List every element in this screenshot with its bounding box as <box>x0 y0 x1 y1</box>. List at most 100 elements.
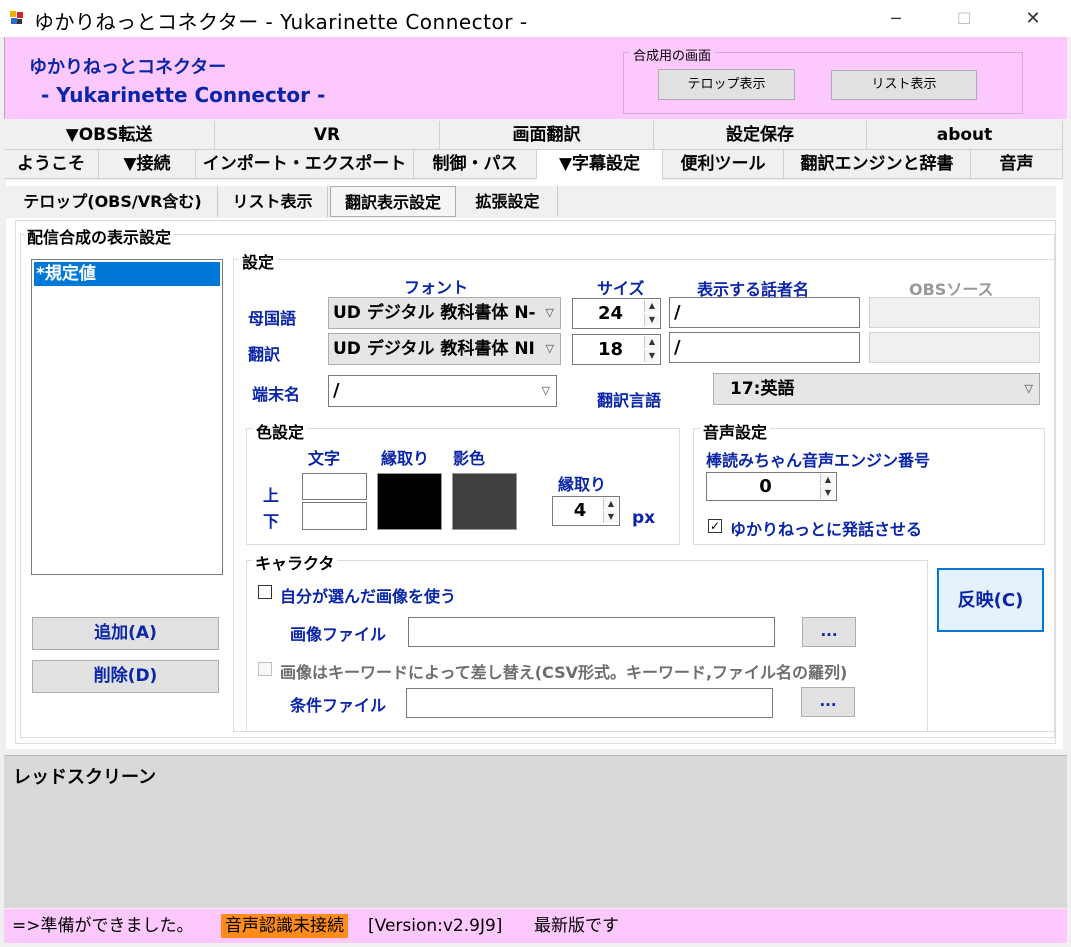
tab-welcome[interactable]: ようこそ <box>4 150 99 179</box>
profile-list[interactable]: *規定値 <box>31 259 223 575</box>
condition-file-field[interactable] <box>406 688 773 718</box>
font-column-header: フォント <box>404 278 469 297</box>
stepper-up-icon[interactable]: ▲ <box>603 498 618 510</box>
lower-label: 下 <box>263 512 280 531</box>
app-title-en: - Yukarinette Connector - <box>41 83 326 107</box>
keyword-replace-checkbox[interactable] <box>258 662 272 676</box>
terminal-name-value: / <box>333 380 340 401</box>
character-group-label: キャラクタ <box>252 550 338 574</box>
stepper-down-icon[interactable]: ▼ <box>820 487 835 499</box>
list-display-button[interactable]: リスト表示 <box>831 70 977 100</box>
native-font-select[interactable]: UD デジタル 教科書体 N- ▽ <box>328 297 561 329</box>
latest-version-text: 最新版です <box>534 916 619 936</box>
broadcast-group-label: 配信合成の表示設定 <box>24 224 175 248</box>
delete-button[interactable]: 削除(D) <box>32 660 219 693</box>
red-screen-panel: レッドスクリーン <box>4 755 1067 908</box>
chevron-down-icon: ▽ <box>541 384 550 397</box>
size-column-header: サイズ <box>597 279 645 298</box>
close-button[interactable]: ✕ <box>1010 0 1056 37</box>
stepper-down-icon[interactable]: ▼ <box>603 511 618 523</box>
chevron-down-icon: ▽ <box>1024 382 1033 395</box>
use-own-image-checkbox[interactable] <box>258 585 272 599</box>
tab-save-settings[interactable]: 設定保存 <box>654 121 867 150</box>
condition-file-label: 条件ファイル <box>290 696 387 715</box>
image-file-field[interactable] <box>408 617 775 647</box>
subtab-translation-display[interactable]: 翻訳表示設定 <box>330 186 456 217</box>
voice-recognition-status: 音声認識未接続 <box>221 914 348 938</box>
outline-color-swatch[interactable] <box>377 473 442 530</box>
translation-font-select[interactable]: UD デジタル 教科書体 NI ▽ <box>328 333 561 365</box>
browse-condition-button[interactable]: ... <box>801 687 855 717</box>
translation-size-value: 18 <box>597 339 624 360</box>
native-size-stepper[interactable]: 24 ▲ ▼ <box>572 298 661 329</box>
chevron-down-icon: ▽ <box>545 306 554 319</box>
subtab-extended[interactable]: 拡張設定 <box>458 186 558 217</box>
compose-screen-label: 合成用の画面 <box>629 45 716 64</box>
tab-obs-transfer[interactable]: ▼OBS転送 <box>4 121 215 150</box>
telop-display-button[interactable]: テロップ表示 <box>658 69 795 100</box>
translation-size-stepper[interactable]: 18 ▲ ▼ <box>572 334 661 365</box>
subtab-bar: テロップ(OBS/VR含む) リスト表示 翻訳表示設定 拡張設定 <box>6 186 1056 218</box>
tab-vr[interactable]: VR <box>215 121 440 150</box>
stepper-up-icon[interactable]: ▲ <box>644 336 659 348</box>
minimize-button[interactable]: ─ <box>873 0 919 37</box>
tab-subtitle-settings[interactable]: ▼字幕設定 <box>537 150 663 180</box>
translation-obs-source-field <box>869 332 1040 363</box>
app-header: ゆかりねっとコネクター - Yukarinette Connector - 合成… <box>4 37 1067 119</box>
app-title-jp: ゆかりねっとコネクター <box>29 57 227 78</box>
window-title: ゆかりねっとコネクター - Yukarinette Connector - <box>34 10 528 34</box>
profile-list-item[interactable]: *規定値 <box>34 262 220 286</box>
tab-about[interactable]: about <box>867 121 1063 150</box>
shadow-color-swatch[interactable] <box>452 473 517 530</box>
settings-group-label: 設定 <box>239 249 278 273</box>
add-button[interactable]: 追加(A) <box>32 617 219 650</box>
tab-row-2: ようこそ ▼接続 インポート・エクスポート 制御・パス ▼字幕設定 便利ツール … <box>4 150 1063 180</box>
outline-width-label: 縁取り <box>558 475 607 494</box>
tab-connection[interactable]: ▼接続 <box>99 150 196 179</box>
speak-checkbox-label: ゆかりねっとに発話させる <box>730 520 923 539</box>
stepper-down-icon[interactable]: ▼ <box>644 314 659 326</box>
subtab-list-display[interactable]: リスト表示 <box>218 186 328 217</box>
translation-language-label: 翻訳言語 <box>597 391 662 410</box>
outline-width-stepper[interactable]: 4 ▲ ▼ <box>552 496 620 526</box>
translation-font-value: UD デジタル 教科書体 NI <box>333 339 535 359</box>
color-settings-label: 色設定 <box>253 419 308 443</box>
native-font-value: UD デジタル 教科書体 N- <box>333 303 536 323</box>
outline-width-value: 4 <box>573 500 587 521</box>
use-own-image-label: 自分が選んだ画像を使う <box>280 587 457 606</box>
voice-settings-label: 音声設定 <box>700 419 771 443</box>
translation-label: 翻訳 <box>248 345 281 364</box>
bouyomi-engine-value: 0 <box>759 476 772 497</box>
bouyomi-engine-stepper[interactable]: 0 ▲ ▼ <box>706 472 837 501</box>
px-unit-label: px <box>632 508 656 528</box>
terminal-name-select[interactable]: / ▽ <box>328 375 557 407</box>
text-upper-color-swatch[interactable] <box>302 473 367 500</box>
maximize-button[interactable]: ☐ <box>941 0 987 37</box>
tab-voice[interactable]: 音声 <box>971 150 1063 179</box>
stepper-up-icon[interactable]: ▲ <box>644 300 659 312</box>
terminal-name-label: 端末名 <box>252 385 301 404</box>
translation-speaker-field[interactable]: / <box>669 332 860 363</box>
stepper-up-icon[interactable]: ▲ <box>820 474 835 486</box>
browse-image-button[interactable]: ... <box>802 617 856 647</box>
text-lower-color-swatch[interactable] <box>302 502 367 530</box>
tab-control-path[interactable]: 制御・パス <box>414 150 537 179</box>
tab-screen-translation[interactable]: 画面翻訳 <box>440 121 654 150</box>
native-speaker-field[interactable]: / <box>669 297 860 328</box>
red-screen-label: レッドスクリーン <box>13 767 157 788</box>
tab-useful-tools[interactable]: 便利ツール <box>663 150 784 179</box>
subtab-telop[interactable]: テロップ(OBS/VR含む) <box>8 186 218 217</box>
upper-label: 上 <box>263 486 280 505</box>
native-language-label: 母国語 <box>248 309 297 328</box>
translation-language-select[interactable]: 17:英語 ▽ <box>713 373 1040 405</box>
apply-button[interactable]: 反映(C) <box>937 568 1044 632</box>
keyword-replace-label: 画像はキーワードによって差し替え(CSV形式。キーワード,ファイル名の羅列) <box>280 663 848 682</box>
speak-checkbox[interactable]: ✓ <box>708 519 722 533</box>
stepper-down-icon[interactable]: ▼ <box>644 350 659 362</box>
tab-import-export[interactable]: インポート・エクスポート <box>196 150 414 179</box>
version-text: [Version:v2.9J9] <box>368 916 503 936</box>
native-obs-source-field <box>869 297 1040 328</box>
shadow-color-header: 影色 <box>453 449 486 468</box>
tab-translation-engine[interactable]: 翻訳エンジンと辞書 <box>784 150 971 179</box>
chevron-down-icon: ▽ <box>545 342 554 355</box>
